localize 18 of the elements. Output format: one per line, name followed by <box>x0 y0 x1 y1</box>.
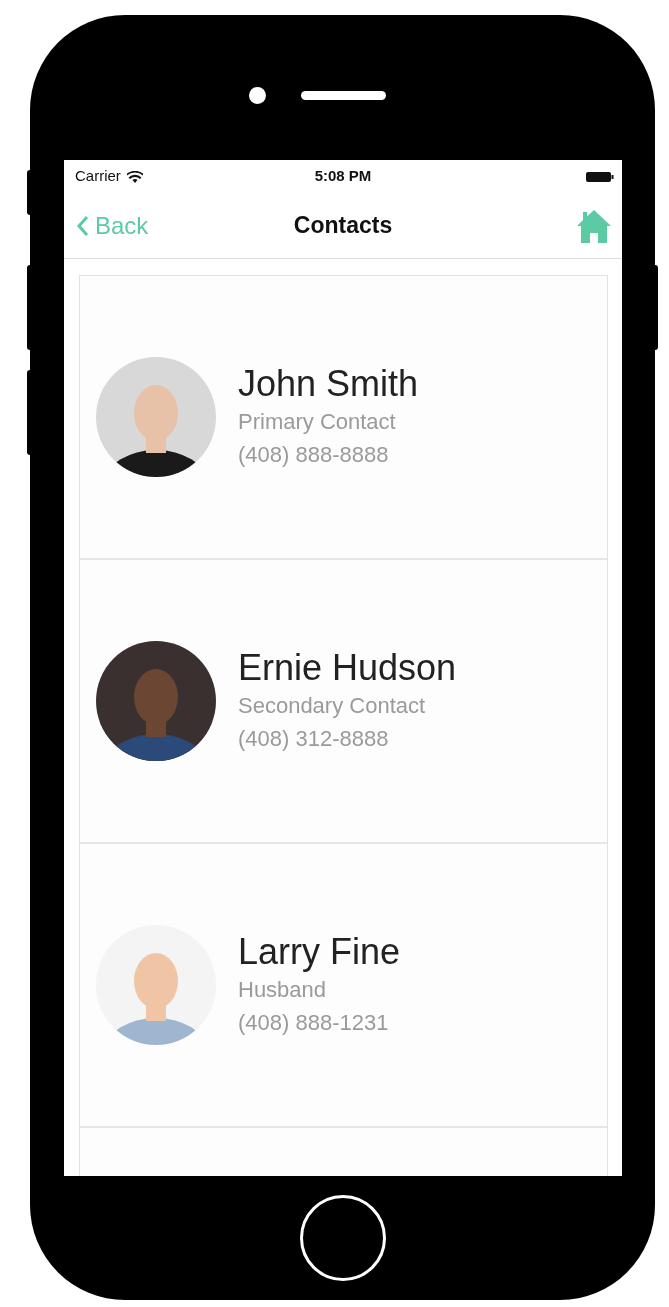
screen-title: Contacts <box>293 211 393 241</box>
status-time: 5:08 PM <box>314 166 372 187</box>
contact-phone: (408) 888-8888 <box>238 440 390 469</box>
contact-role: Husband <box>238 975 328 1004</box>
wifi-icon <box>126 170 143 183</box>
contact-role: Primary Contact <box>238 407 397 436</box>
chevron-left-icon <box>76 214 89 237</box>
carrier-label: Carrier <box>75 166 121 187</box>
contact-name: Ernie Hudson <box>238 647 457 689</box>
back-button[interactable]: Back <box>76 207 149 244</box>
camera-dot <box>248 87 266 104</box>
home-icon[interactable] <box>576 207 612 244</box>
contact-name: John Smith <box>238 363 419 405</box>
contact-phone: (408) 888-1231 <box>238 1008 390 1037</box>
battery-icon <box>586 170 614 183</box>
contact-role: Secondary Contact <box>238 691 427 720</box>
contact-name: Larry Fine <box>238 931 401 973</box>
contact-phone: (408) 312-8888 <box>238 724 390 753</box>
